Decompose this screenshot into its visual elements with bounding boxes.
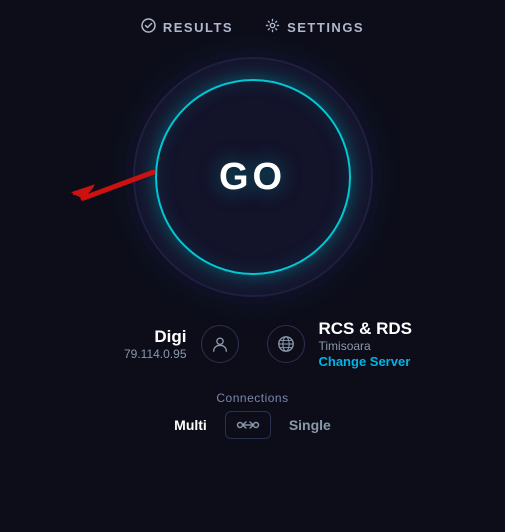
speedtest-go-area: GO xyxy=(133,57,373,297)
connections-row: Connections Multi Single xyxy=(0,391,505,439)
results-icon xyxy=(141,18,156,37)
server-city: Timisoara xyxy=(319,339,371,353)
server-name: RCS & RDS xyxy=(319,319,413,339)
globe-icon-circle[interactable] xyxy=(267,325,305,363)
results-nav-item[interactable]: RESULTS xyxy=(141,18,233,37)
multi-option[interactable]: Multi xyxy=(174,417,207,433)
red-arrow xyxy=(65,162,155,211)
connections-switch-icon xyxy=(236,417,260,433)
user-icon xyxy=(211,335,229,353)
settings-label: SETTINGS xyxy=(287,20,364,35)
connections-toggle: Multi Single xyxy=(174,411,331,439)
connections-icon-box[interactable] xyxy=(225,411,271,439)
server-info: RCS & RDS Timisoara Change Server xyxy=(319,319,466,369)
go-button[interactable]: GO xyxy=(219,156,286,199)
isp-name: Digi xyxy=(154,327,186,347)
user-icon-circle[interactable] xyxy=(201,325,239,363)
info-row: Digi 79.114.0.95 RCS & RDS Timisoara Cha… xyxy=(0,319,505,369)
isp-info: Digi 79.114.0.95 xyxy=(40,327,187,361)
results-label: RESULTS xyxy=(163,20,233,35)
single-option[interactable]: Single xyxy=(289,417,331,433)
connections-label: Connections xyxy=(216,391,288,405)
settings-icon xyxy=(265,18,280,37)
globe-icon xyxy=(277,335,295,353)
ip-address: 79.114.0.95 xyxy=(124,347,187,361)
settings-nav-item[interactable]: SETTINGS xyxy=(265,18,364,37)
change-server-link[interactable]: Change Server xyxy=(319,354,411,369)
top-nav: RESULTS SETTINGS xyxy=(0,0,505,47)
